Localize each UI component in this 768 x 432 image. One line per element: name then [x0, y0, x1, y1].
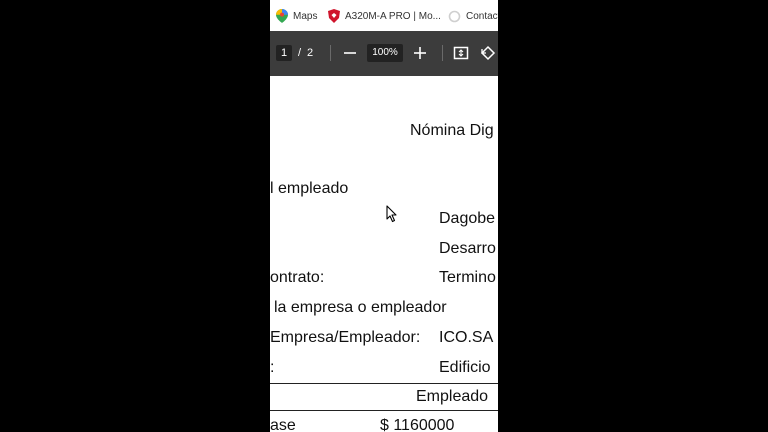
bookmark-msi[interactable]: A320M-A PRO | Mo...	[328, 8, 441, 24]
page-total: 2	[307, 47, 314, 59]
table-row-label: ase	[270, 417, 296, 432]
section-employer-heading: la empresa o empleador	[274, 299, 447, 316]
employee-position-value: Desarro	[439, 240, 496, 257]
table-row-value: $ 1160000	[380, 417, 455, 432]
bookmark-label: Contact	[466, 10, 498, 22]
bookmark-maps[interactable]: Maps	[276, 8, 317, 24]
zoom-out-button[interactable]	[341, 44, 359, 62]
loading-circle-icon	[448, 10, 461, 22]
contract-value: Termino	[439, 269, 496, 286]
bookmark-label: Maps	[293, 10, 318, 22]
table-header-rule	[270, 410, 498, 411]
toolbar-divider	[330, 45, 331, 61]
minus-icon	[344, 52, 356, 54]
msi-shield-icon	[328, 9, 340, 23]
bookmark-contact[interactable]: Contact	[448, 8, 498, 24]
rotate-button[interactable]	[479, 44, 497, 62]
zoom-in-button[interactable]	[411, 44, 429, 62]
plus-icon	[414, 47, 426, 59]
mouse-cursor-icon	[386, 205, 397, 223]
fit-to-page-button[interactable]	[452, 44, 470, 62]
table-top-rule	[270, 383, 498, 384]
contract-label: ontrato:	[270, 269, 325, 286]
employee-name-value: Dagobe	[439, 210, 496, 227]
pdf-toolbar: 1 / 2 100%	[270, 31, 498, 76]
fit-to-page-icon	[453, 46, 469, 60]
section-employee-heading: l empleado	[270, 180, 349, 197]
zoom-level-input[interactable]: 100%	[367, 44, 403, 62]
pdf-page: Nómina Dig l empleado Dagobe Desarro ont…	[270, 76, 498, 432]
rotate-icon	[480, 45, 496, 61]
document-title: Nómina Dig	[410, 122, 494, 139]
company-label: Empresa/Empleador:	[270, 329, 421, 346]
address-label: :	[270, 359, 275, 376]
bookmarks-bar: Maps A320M-A PRO | Mo... Contact	[270, 0, 498, 32]
company-value: ICO.SA	[439, 329, 494, 346]
table-header-employee: Empleado	[416, 388, 489, 405]
browser-viewport: Maps A320M-A PRO | Mo... Contact 1 / 2 1…	[270, 0, 498, 432]
bookmark-label: A320M-A PRO | Mo...	[345, 10, 441, 22]
google-maps-icon	[276, 9, 288, 23]
toolbar-divider	[442, 45, 443, 61]
page-separator: /	[298, 47, 302, 59]
page-number-input[interactable]: 1	[276, 45, 292, 61]
address-value: Edificio	[439, 359, 491, 376]
